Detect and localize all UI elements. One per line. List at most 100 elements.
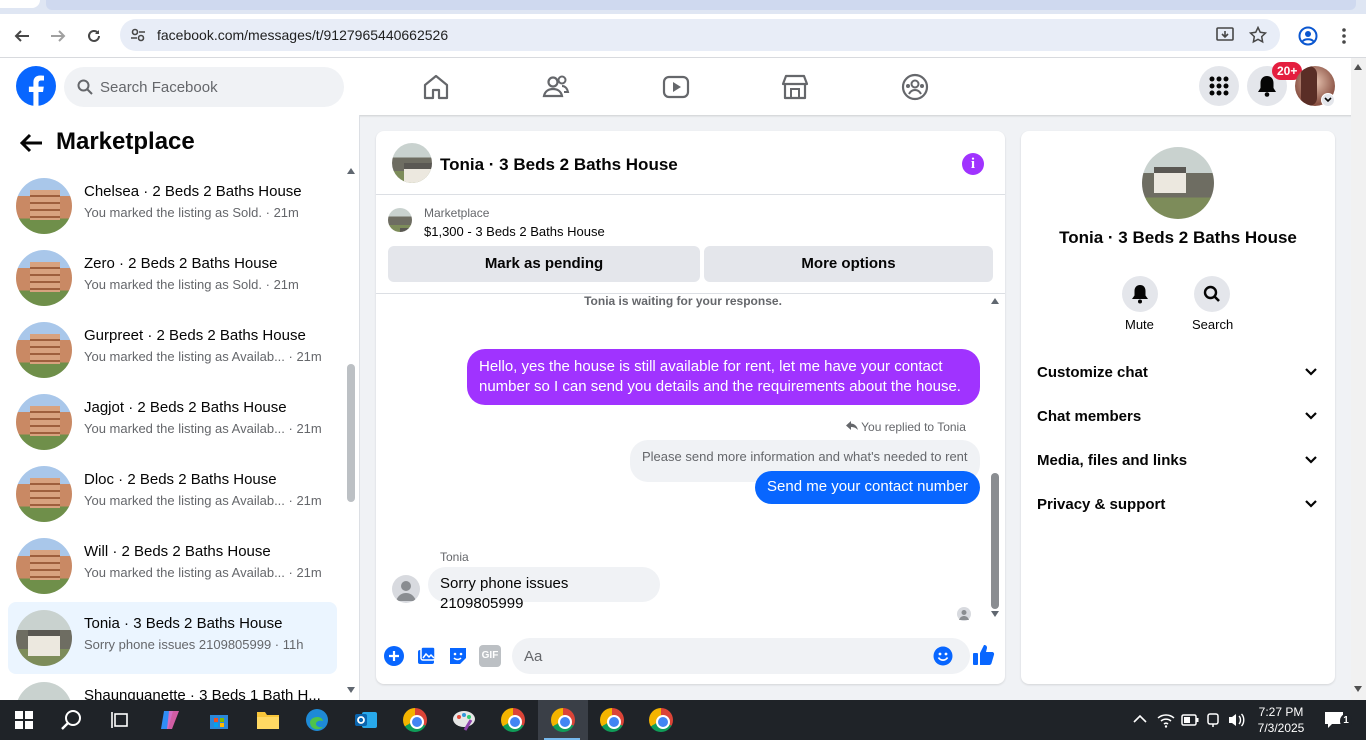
listing-thumbnail [16,322,72,378]
video-icon[interactable] [661,72,691,102]
media-files-links-section[interactable]: Media, files and links [1037,443,1319,479]
customize-chat-section[interactable]: Customize chat [1037,355,1319,391]
scroll-up-arrow-icon[interactable] [347,168,355,174]
listing-thumbnail[interactable] [388,208,412,232]
account-chevron-down-icon[interactable] [1321,93,1335,107]
plus-circle-icon[interactable] [383,645,405,667]
scroll-down-arrow-icon[interactable] [991,611,999,617]
install-app-icon[interactable] [1216,26,1234,44]
page-scrollbar[interactable] [1351,58,1366,700]
facebook-search-input[interactable]: Search Facebook [64,67,344,107]
conversation-item[interactable]: Zero · 2 Beds 2 Baths House You marked t… [8,242,337,314]
outlook-icon [355,712,377,728]
taskbar-search-button[interactable] [48,700,96,740]
chrome-icon [501,708,525,732]
edge-icon [306,709,328,731]
system-clock[interactable]: 7:27 PM 7/3/2025 [1256,704,1306,736]
grid-icon [1209,76,1229,96]
conversation-item[interactable]: Jagjot · 2 Beds 2 Baths House You marked… [8,386,337,458]
groups-icon[interactable] [900,72,930,102]
conversation-preview: You marked the listing as Availab... · 2… [84,349,322,364]
mute-button[interactable] [1122,276,1158,312]
sent-message-bubble[interactable]: Send me your contact number [755,471,980,504]
scroll-up-arrow-icon[interactable] [1354,64,1362,70]
gif-button[interactable]: GIF [479,645,501,667]
meet-now-icon[interactable] [1205,712,1221,728]
url-text[interactable]: facebook.com/messages/t/9127965440662526 [157,27,448,43]
mute-label: Mute [1125,317,1154,332]
conversation-item-active[interactable]: Tonia · 3 Beds 2 Baths House Sorry phone… [8,602,337,674]
battery-icon[interactable] [1181,713,1199,727]
home-icon[interactable] [421,72,451,102]
facebook-logo-icon[interactable] [16,66,56,106]
friends-icon[interactable] [541,72,571,102]
store-app[interactable] [195,700,243,740]
listing-price-title[interactable]: $1,300 - 3 Beds 2 Baths House [424,224,605,239]
volume-icon[interactable] [1227,712,1245,728]
sticker-icon[interactable] [447,645,469,667]
back-arrow-icon[interactable] [18,132,44,154]
browser-menu-icon[interactable] [1332,24,1356,48]
scroll-down-arrow-icon[interactable] [347,687,355,693]
search-in-conversation-button[interactable] [1194,276,1230,312]
paint-app[interactable] [440,700,488,740]
chrome-profile-app[interactable] [588,700,636,740]
copilot-app[interactable] [146,700,194,740]
info-icon[interactable]: i [962,153,984,175]
chevron-up-icon[interactable] [1133,714,1147,724]
forward-icon[interactable] [46,24,70,48]
chrome-profile-app[interactable] [637,700,685,740]
reload-icon[interactable] [82,24,106,48]
conversation-item[interactable]: Chelsea · 2 Beds 2 Baths House You marke… [8,170,337,242]
menu-grid-button[interactable] [1199,66,1239,106]
thumbs-up-icon[interactable] [972,643,996,667]
conversation-list-panel: Marketplace Chelsea · 2 Beds 2 Baths Hou… [0,115,360,700]
conversation-preview: You marked the listing as Sold. · 21m [84,205,299,220]
conversation-name: Gurpreet · 2 Beds 2 Baths House [84,327,306,344]
chat-members-section[interactable]: Chat members [1037,399,1319,435]
address-bar[interactable]: facebook.com/messages/t/9127965440662526 [120,19,1280,51]
message-input[interactable]: Aa [512,638,970,674]
chevron-down-icon [1305,412,1317,420]
sent-message-bubble[interactable]: Hello, yes the house is still available … [467,349,980,405]
listing-thumbnail [16,610,72,666]
search-icon [77,79,93,95]
facebook-header: Search Facebook 20+ [0,58,1366,115]
mark-as-pending-button[interactable]: Mark as pending [388,246,700,282]
current-tab[interactable] [0,0,40,8]
conversation-item[interactable]: Will · 2 Beds 2 Baths House You marked t… [8,530,337,602]
scroll-up-arrow-icon[interactable] [991,298,999,304]
chrome-app[interactable] [391,700,439,740]
outlook-app[interactable] [342,700,390,740]
profile-icon[interactable] [1296,24,1320,48]
start-button[interactable] [0,700,48,740]
tab-area [46,0,1356,10]
site-info-icon[interactable] [130,27,146,43]
conversation-list-scrollbar[interactable] [347,364,355,502]
file-explorer-app[interactable] [244,700,292,740]
sender-avatar[interactable] [392,575,420,603]
task-view-button[interactable] [96,700,144,740]
folder-icon [257,712,279,729]
marketplace-icon[interactable] [780,72,810,102]
conversation-item[interactable]: Gurpreet · 2 Beds 2 Baths House You mark… [8,314,337,386]
conversation-avatar[interactable] [1142,147,1214,219]
listing-thumbnail [16,178,72,234]
edge-app[interactable] [293,700,341,740]
conversation-item[interactable]: Shaunquanette · 3 Beds 1 Bath H... [8,674,337,700]
chat-title[interactable]: Tonia · 3 Beds 2 Baths House [440,155,678,175]
conversation-item[interactable]: Dloc · 2 Beds 2 Baths House You marked t… [8,458,337,530]
back-icon[interactable] [10,24,34,48]
chat-avatar[interactable] [392,143,432,183]
photo-icon[interactable] [415,645,437,667]
chat-scrollbar[interactable] [991,473,999,609]
emoji-icon[interactable] [933,646,953,666]
wifi-icon[interactable] [1157,712,1175,728]
chrome-profile-app[interactable] [489,700,537,740]
privacy-support-section[interactable]: Privacy & support [1037,487,1319,523]
chrome-profile-app-active[interactable] [538,700,588,740]
scroll-down-arrow-icon[interactable] [1354,686,1362,692]
bookmark-star-icon[interactable] [1249,26,1267,44]
more-options-button[interactable]: More options [704,246,993,282]
received-message-bubble[interactable]: Sorry phone issues 2109805999 [428,567,660,612]
